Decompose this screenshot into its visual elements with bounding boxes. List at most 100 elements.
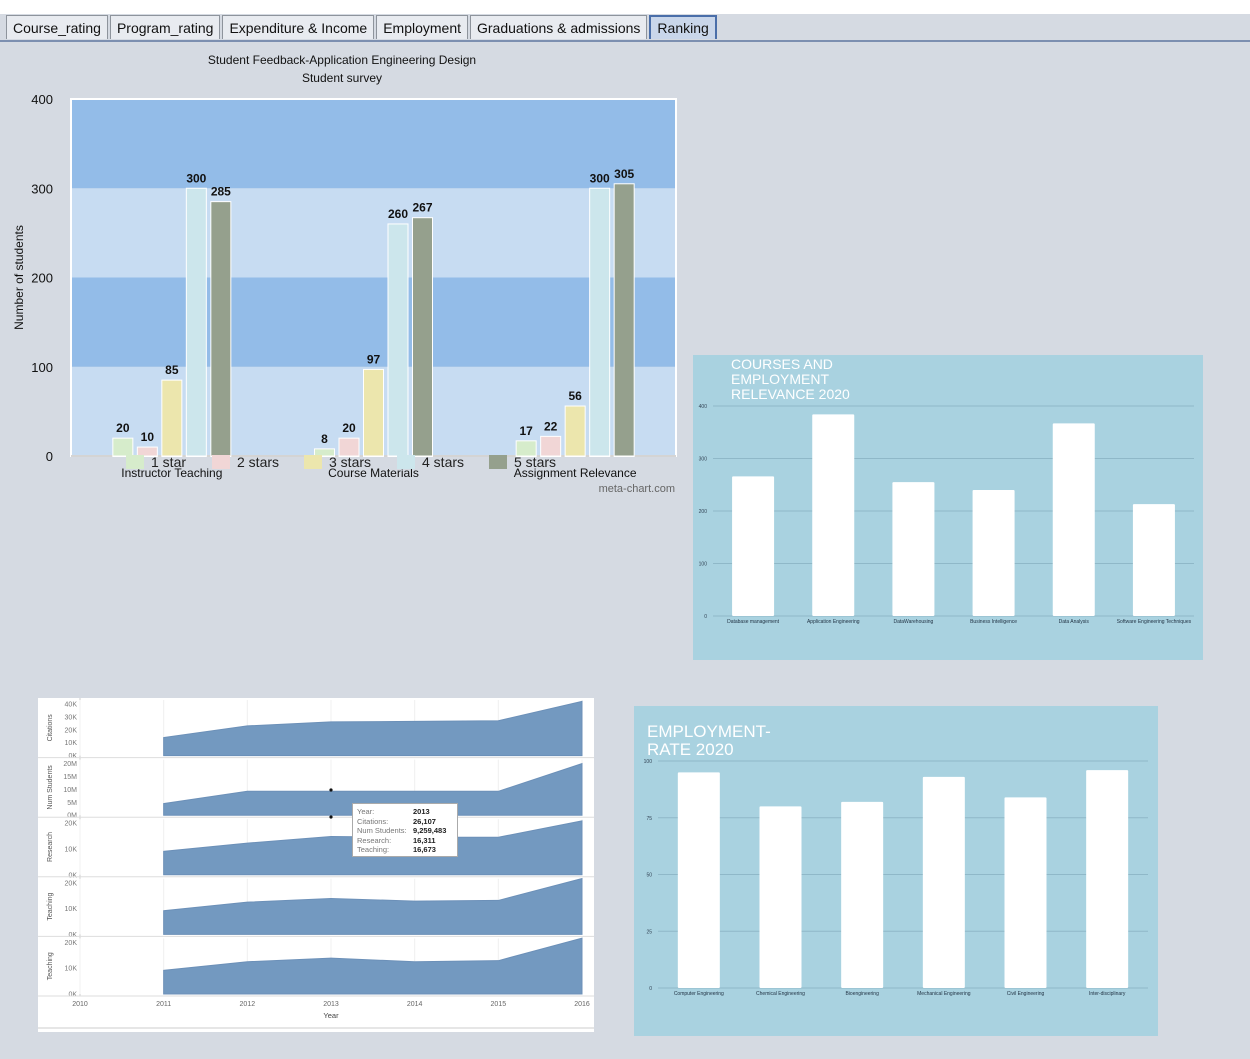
y-tick-label: 100 bbox=[644, 759, 653, 765]
y-tick-label: 0 bbox=[704, 614, 707, 620]
panel-y-label: Teaching bbox=[47, 892, 54, 920]
chart-subtitle: Student survey bbox=[302, 71, 382, 85]
employment-rate-chart: EMPLOYMENT-RATE 2020 0 25 50 75 100 Computer E… bbox=[634, 706, 1158, 1036]
chart-title: EMPLOYMENT bbox=[731, 371, 829, 387]
bar bbox=[613, 183, 635, 457]
data-label: 285 bbox=[211, 185, 231, 199]
x-tick-label: Mechanical Engineering bbox=[917, 991, 971, 997]
y-tick-label: 0K bbox=[68, 932, 77, 939]
tab-expenditure-income[interactable]: Expenditure & Income bbox=[222, 15, 375, 39]
y-tick-label: 400 bbox=[31, 92, 53, 107]
x-tick-label: DataWarehousing bbox=[893, 619, 933, 625]
y-tick-label: 20K bbox=[65, 821, 78, 828]
bar bbox=[161, 379, 183, 457]
data-label: 300 bbox=[186, 171, 206, 185]
y-tick-label: 0K bbox=[68, 992, 77, 999]
grid-band bbox=[71, 188, 676, 278]
legend-label: 1 star bbox=[151, 454, 186, 470]
ranking-area-chart: 0K 10K 20K 30K 40K Citations 0M 5M 10M 15M 20M Num … bbox=[38, 698, 594, 1032]
bar bbox=[841, 801, 884, 988]
y-tick-label: 0K bbox=[68, 872, 77, 879]
panel-y-label: Citations bbox=[47, 714, 54, 742]
y-tick-label: 300 bbox=[31, 181, 53, 196]
y-tick-label: 20K bbox=[65, 727, 78, 734]
data-label: 8 bbox=[321, 432, 328, 446]
legend-label: 3 stars bbox=[329, 454, 371, 470]
tab-employment[interactable]: Employment bbox=[376, 15, 468, 39]
x-tick-label: Computer Engineering bbox=[674, 991, 724, 997]
data-label: 17 bbox=[519, 424, 533, 438]
tooltip-row: Num Students: 9,259,483 bbox=[357, 826, 447, 835]
chart-title: RATE 2020 bbox=[647, 740, 734, 759]
chart-title: Student Feedback-Application Engineering… bbox=[208, 53, 476, 67]
legend-label: 2 stars bbox=[237, 454, 279, 470]
y-tick-label: 75 bbox=[646, 816, 652, 822]
y-tick-label: 15M bbox=[63, 774, 77, 781]
chart-title: RELEVANCE 2020 bbox=[731, 386, 850, 402]
y-tick-label: 200 bbox=[699, 509, 708, 515]
student-feedback-chart: 0 100 200 300 400 Student Feedback-Applicatio… bbox=[12, 53, 677, 495]
legend-label: 4 stars bbox=[422, 454, 464, 470]
panel-y-label: Research bbox=[47, 832, 54, 862]
y-tick-label: 0K bbox=[68, 753, 77, 760]
bar bbox=[1052, 423, 1095, 616]
y-tick-label: 30K bbox=[65, 714, 78, 721]
x-tick-label: Bioengineering bbox=[845, 991, 879, 997]
x-tick-label: Application Engineering bbox=[807, 619, 860, 625]
bar bbox=[564, 405, 586, 457]
tab-list: Course_rating Program_rating Expenditure… bbox=[6, 15, 719, 39]
legend-label: 5 stars bbox=[514, 454, 556, 470]
bar bbox=[412, 217, 433, 457]
tab-graduations-admissions[interactable]: Graduations & admissions bbox=[470, 15, 648, 39]
tooltip-row: Citations: 26,107 bbox=[357, 816, 436, 826]
tab-course-rating[interactable]: Course_rating bbox=[6, 15, 108, 39]
y-tick-label: 20K bbox=[65, 880, 78, 887]
bar bbox=[112, 437, 134, 457]
y-tick-label: 25 bbox=[646, 929, 652, 935]
panel-y-label: Teaching bbox=[47, 952, 54, 980]
data-label: 56 bbox=[568, 389, 582, 403]
x-tick-label: Inter-disciplinary bbox=[1089, 991, 1126, 997]
x-tick-label: 2012 bbox=[240, 1001, 256, 1008]
x-tick-label: 2011 bbox=[156, 1001, 171, 1008]
data-label: 20 bbox=[342, 421, 356, 435]
y-tick-label: 300 bbox=[699, 457, 708, 463]
data-label: 97 bbox=[367, 352, 381, 366]
y-tick-label: 20K bbox=[65, 940, 78, 947]
legend-swatch bbox=[126, 455, 144, 469]
y-tick-label: 0M bbox=[67, 813, 77, 820]
y-tick-label: 10M bbox=[63, 787, 77, 794]
legend-swatch bbox=[489, 455, 507, 469]
data-label: 22 bbox=[544, 419, 558, 433]
x-tick-label: 2016 bbox=[574, 1001, 590, 1008]
x-tick-label: 2015 bbox=[491, 1001, 507, 1008]
window-top-strip bbox=[0, 0, 1250, 14]
hover-point bbox=[329, 815, 333, 819]
courses-employment-relevance-chart: COURSES ANDEMPLOYMENTRELEVANCE 2020 0 100 2… bbox=[693, 355, 1203, 660]
x-tick-label: Software Engineering Techniques bbox=[1117, 619, 1192, 625]
y-tick-label: 200 bbox=[31, 271, 53, 286]
x-tick-label: Chemical Engineering bbox=[756, 991, 805, 997]
tooltip-row: Year: 2013 bbox=[357, 807, 430, 816]
y-tick-label: 10K bbox=[65, 966, 78, 973]
x-tick-label: 2010 bbox=[72, 1001, 88, 1008]
tab-ranking[interactable]: Ranking bbox=[649, 15, 717, 39]
data-label: 300 bbox=[590, 171, 610, 185]
bar bbox=[812, 414, 855, 616]
y-tick-label: 400 bbox=[699, 404, 708, 410]
y-tick-label: 20M bbox=[63, 761, 77, 768]
data-label: 20 bbox=[116, 421, 130, 435]
x-tick-label: 2013 bbox=[323, 1001, 339, 1008]
x-tick-label: Data Analysis bbox=[1059, 619, 1090, 625]
y-tick-label: 10K bbox=[65, 740, 78, 747]
panel-y-label: Num Students bbox=[47, 765, 54, 810]
tab-program-rating[interactable]: Program_rating bbox=[109, 15, 221, 39]
bar bbox=[732, 476, 775, 616]
data-label: 305 bbox=[614, 167, 634, 181]
chart-title: EMPLOYMENT- bbox=[647, 722, 771, 741]
x-tick-label: Business Intelligence bbox=[970, 619, 1017, 625]
x-tick-label: Database management bbox=[727, 619, 780, 625]
legend-swatch bbox=[397, 455, 415, 469]
bar bbox=[1004, 797, 1047, 988]
hover-point bbox=[329, 788, 333, 792]
